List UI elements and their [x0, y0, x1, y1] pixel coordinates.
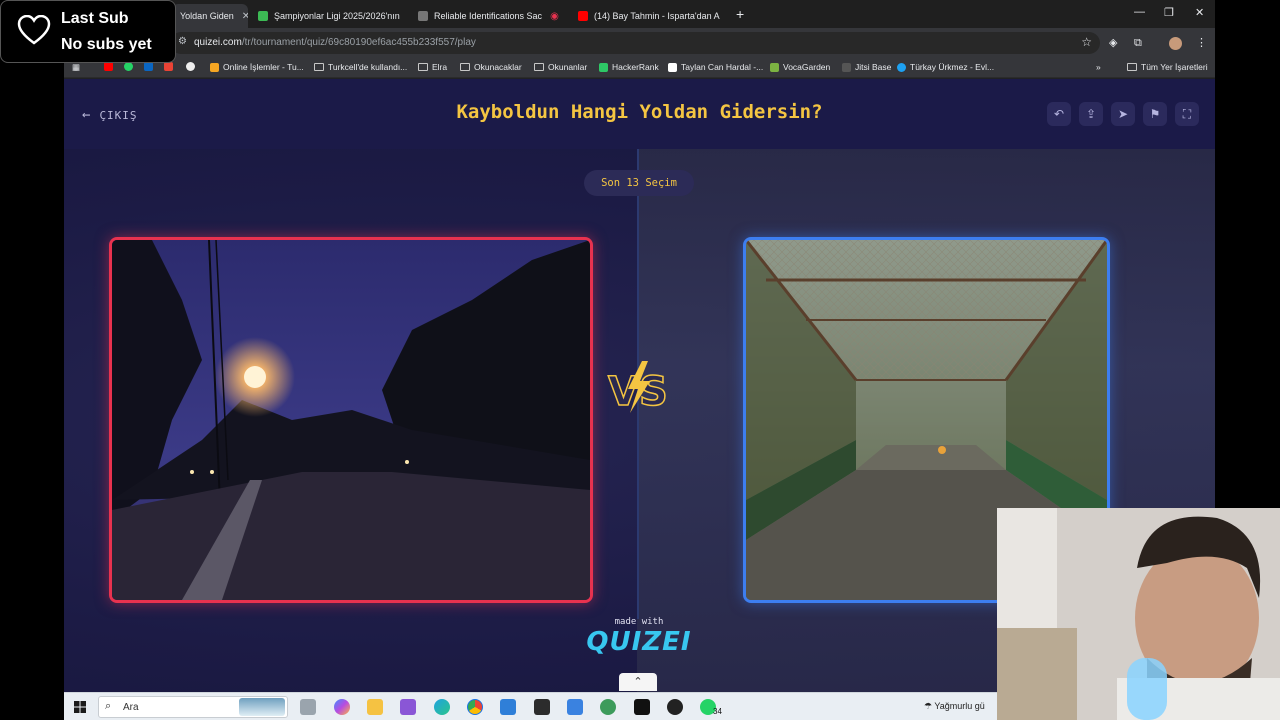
- bookmark-vocagarden[interactable]: VocaGarden: [770, 62, 830, 72]
- badge-title: Last Sub: [61, 10, 129, 27]
- url-text: quizei.com/tr/tournament/quiz/69c80190ef…: [194, 37, 476, 48]
- bookmark-okunacaklar[interactable]: Okunacaklar: [460, 62, 522, 72]
- bookmark-okunanlar[interactable]: Okunanlar: [534, 62, 587, 72]
- choice-card-left[interactable]: [109, 237, 593, 603]
- windows-start-icon[interactable]: [74, 701, 86, 713]
- flag-icon[interactable]: ⚑: [1143, 102, 1167, 126]
- bookmark-star-icon[interactable]: ☆: [1081, 35, 1092, 49]
- tab-quiz[interactable]: Yoldan Giden ✕: [172, 4, 248, 28]
- bookmark-linkedin[interactable]: [144, 62, 157, 71]
- tab-reliable-identifications[interactable]: Reliable Identifications Sac ◉: [410, 4, 566, 28]
- streamer-webcam-image: [997, 508, 1280, 720]
- profile-avatar[interactable]: [1169, 37, 1182, 50]
- bookmark-taylan[interactable]: Taylan Can Hardal -...: [668, 62, 763, 72]
- fullscreen-icon[interactable]: ⛶: [1175, 102, 1199, 126]
- apps-grid-icon[interactable]: ▦: [72, 62, 80, 73]
- search-placeholder: Ara: [123, 702, 139, 713]
- bookmark-all[interactable]: Tüm Yer İşaretleri: [1127, 62, 1208, 72]
- more-bookmarks-icon[interactable]: »: [1096, 62, 1101, 72]
- last-sub-badge: Last Sub No subs yet: [0, 0, 176, 63]
- close-icon[interactable]: ✕: [242, 11, 248, 22]
- outlook-icon[interactable]: [500, 699, 516, 715]
- bookmark-turkay[interactable]: Türkay Ürkmez - Evl...: [897, 62, 994, 72]
- favicon-icon: [418, 11, 428, 21]
- search-highlight-image: [239, 698, 285, 716]
- menu-dots-icon[interactable]: ⋮: [1196, 37, 1208, 49]
- extensions-puzzle-icon[interactable]: ⧉: [1134, 37, 1146, 49]
- copilot-icon[interactable]: [334, 699, 350, 715]
- tab-label: (14) Bay Tahmin - Isparta'dan A: [594, 11, 720, 21]
- night-road-image: [112, 240, 590, 600]
- made-with-text: made with: [614, 617, 664, 627]
- bookmark-turkcell[interactable]: Turkcell'de kullandı...: [314, 62, 407, 72]
- restore-icon[interactable]: ❐: [1164, 6, 1174, 19]
- chrome-icon[interactable]: [467, 699, 483, 715]
- bookmarks-bar: ▦ Online İşlemler - Tu... Turkcell'de ku…: [64, 58, 1215, 78]
- vs-lightning-icon: VS: [607, 361, 669, 415]
- url-input[interactable]: ⚙ quizei.com/tr/tournament/quiz/69c80190…: [170, 32, 1100, 54]
- youtube-icon: [578, 11, 588, 21]
- share-icon[interactable]: ⇪: [1079, 102, 1103, 126]
- minimize-icon[interactable]: —: [1134, 6, 1145, 18]
- tab-label: Reliable Identifications Sac: [434, 11, 543, 21]
- recorder-icon[interactable]: [667, 699, 683, 715]
- bookmark-hackerrank[interactable]: HackerRank: [599, 62, 659, 72]
- badge-subtitle: No subs yet: [61, 36, 152, 53]
- site-info-icon[interactable]: ⚙: [178, 36, 187, 47]
- undo-icon[interactable]: ↶: [1047, 102, 1071, 126]
- page-header: ← ÇIKIŞ Kayboldun Hangi Yoldan Gidersin?…: [64, 79, 1215, 149]
- favicon-icon: [258, 11, 268, 21]
- record-icon[interactable]: ◉: [550, 11, 559, 22]
- search-icon: ⌕: [105, 700, 112, 712]
- taskbar-search-input[interactable]: ⌕ Ara: [98, 696, 288, 718]
- round-badge: Son 13 Seçim: [584, 170, 694, 196]
- webcam-overlay: [997, 508, 1280, 720]
- heart-icon: [17, 15, 51, 45]
- quizei-logo[interactable]: QUIZEI: [584, 627, 694, 657]
- visual-studio-icon[interactable]: [400, 699, 416, 715]
- bookmark-github[interactable]: [186, 62, 199, 71]
- send-icon[interactable]: ➤: [1111, 102, 1135, 126]
- bookmark-online-islemler[interactable]: Online İşlemler - Tu...: [210, 62, 304, 72]
- task-view-icon[interactable]: [300, 699, 316, 715]
- cursor-app-icon[interactable]: [634, 699, 650, 715]
- tab-label: Şampiyonlar Ligi 2025/2026'nın: [274, 11, 400, 21]
- screen: Yoldan Giden ✕ Şampiyonlar Ligi 2025/202…: [0, 0, 1280, 720]
- bookmark-elra[interactable]: Elra: [418, 62, 447, 72]
- mongodb-icon[interactable]: [600, 699, 616, 715]
- address-bar: ⚙ quizei.com/tr/tournament/quiz/69c80190…: [64, 28, 1215, 58]
- tab-label: Yoldan Giden: [180, 11, 234, 21]
- whatsapp-badge: 34: [713, 707, 722, 716]
- tab-champions-league[interactable]: Şampiyonlar Ligi 2025/2026'nın ✕: [250, 4, 406, 28]
- close-window-icon[interactable]: ✕: [1195, 6, 1204, 19]
- page-title: Kayboldun Hangi Yoldan Gidersin?: [456, 101, 823, 123]
- bookmark-jitsi[interactable]: Jitsi Base: [842, 62, 891, 72]
- bookmark-whatsapp[interactable]: [124, 62, 137, 71]
- edge-icon[interactable]: [434, 699, 450, 715]
- file-explorer-icon[interactable]: [367, 699, 383, 715]
- new-tab-icon[interactable]: +: [736, 6, 744, 22]
- terminal-icon[interactable]: [534, 699, 550, 715]
- tab-youtube[interactable]: (14) Bay Tahmin - Isparta'dan A ✕: [570, 4, 728, 28]
- weather-widget[interactable]: ☂ Yağmurlu gü: [924, 701, 985, 712]
- bookmark-youtube[interactable]: [104, 62, 117, 71]
- tab-bar: Yoldan Giden ✕ Şampiyonlar Ligi 2025/202…: [64, 0, 1215, 28]
- bookmark-gmail[interactable]: [164, 62, 177, 71]
- app-icon[interactable]: [567, 699, 583, 715]
- extension-icon[interactable]: ◈: [1109, 37, 1121, 49]
- windows-taskbar: ⌕ Ara 34 ☂ Yağmurlu gü: [64, 692, 997, 720]
- chevron-up-icon[interactable]: ⌃: [619, 673, 657, 691]
